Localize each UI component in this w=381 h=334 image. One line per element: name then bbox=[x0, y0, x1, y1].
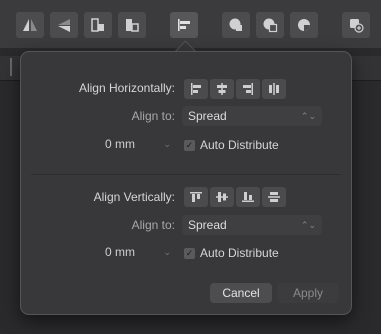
chevron-down-icon: ⌄ bbox=[163, 247, 171, 257]
boolean-add-button[interactable] bbox=[222, 12, 250, 38]
boolean-intersect-button[interactable] bbox=[290, 12, 318, 38]
align-middle-vertical-button[interactable] bbox=[210, 187, 234, 207]
boolean-add-icon bbox=[229, 18, 242, 31]
flip-horizontal-button[interactable] bbox=[16, 12, 44, 38]
align-vertically-label: Align Vertically: bbox=[93, 190, 175, 204]
auto-distribute-checkbox-h[interactable]: ✓ Auto Distribute bbox=[184, 138, 279, 152]
insert-inside-button[interactable] bbox=[342, 12, 370, 38]
section-divider bbox=[31, 174, 341, 175]
align-bottom-icon bbox=[242, 192, 254, 202]
alignment-popover: Align Horizontally: Align to: Spread ⌃⌄ … bbox=[20, 51, 352, 315]
align-button[interactable] bbox=[170, 12, 198, 38]
align-horizontally-label: Align Horizontally: bbox=[78, 81, 175, 95]
align-right-button[interactable] bbox=[236, 79, 260, 99]
toolbar bbox=[0, 0, 381, 48]
auto-distribute-label-v: Auto Distribute bbox=[200, 246, 279, 260]
align-vertically-buttons bbox=[184, 187, 286, 207]
rotate-left-icon bbox=[91, 18, 104, 32]
align-to-value-v: Spread bbox=[188, 218, 227, 232]
rotate-right-icon bbox=[126, 19, 139, 32]
align-middle-vertical-icon bbox=[216, 192, 228, 202]
align-left-icon bbox=[191, 83, 201, 95]
flip-vertical-button[interactable] bbox=[50, 12, 78, 38]
space-evenly-horizontal-icon bbox=[269, 83, 279, 95]
flip-horizontal-icon bbox=[23, 19, 37, 31]
apply-button[interactable]: Apply bbox=[277, 283, 339, 303]
align-center-horizontal-icon bbox=[217, 83, 227, 95]
align-left-button[interactable] bbox=[184, 79, 208, 99]
chevron-down-icon: ⌄ bbox=[163, 139, 171, 149]
align-horizontally-buttons bbox=[184, 79, 286, 99]
auto-distribute-checkbox-v[interactable]: ✓ Auto Distribute bbox=[184, 246, 279, 260]
align-center-horizontal-button[interactable] bbox=[210, 79, 234, 99]
align-to-value-h: Spread bbox=[188, 109, 227, 123]
align-right-icon bbox=[243, 83, 253, 95]
align-top-icon bbox=[190, 192, 202, 202]
checkmark-icon: ✓ bbox=[184, 139, 195, 151]
space-evenly-vertical-icon bbox=[268, 192, 280, 202]
boolean-subtract-icon bbox=[263, 18, 278, 33]
flip-vertical-icon bbox=[58, 19, 70, 32]
spacing-value-h: 0 mm bbox=[105, 137, 135, 151]
checkmark-icon: ✓ bbox=[184, 247, 195, 259]
align-to-select-h[interactable]: Spread ⌃⌄ bbox=[182, 106, 322, 126]
spacing-field-h[interactable]: 0 mm ⌄ bbox=[105, 134, 171, 154]
chevron-updown-icon: ⌃⌄ bbox=[300, 220, 316, 230]
spacing-value-v: 0 mm bbox=[105, 245, 135, 259]
align-to-label-h: Align to: bbox=[131, 109, 175, 123]
space-evenly-horizontal-button[interactable] bbox=[262, 79, 286, 99]
rotate-left-button[interactable] bbox=[84, 12, 112, 38]
spacing-field-v[interactable]: 0 mm ⌄ bbox=[105, 242, 171, 262]
rotate-right-button[interactable] bbox=[118, 12, 146, 38]
chevron-updown-icon: ⌃⌄ bbox=[300, 111, 316, 121]
insert-inside-icon bbox=[350, 19, 364, 33]
context-toolbar-divider bbox=[10, 58, 12, 76]
align-top-button[interactable] bbox=[184, 187, 208, 207]
auto-distribute-label-h: Auto Distribute bbox=[200, 138, 279, 152]
cancel-button[interactable]: Cancel bbox=[210, 283, 272, 303]
align-to-label-v: Align to: bbox=[131, 218, 175, 232]
space-evenly-vertical-button[interactable] bbox=[262, 187, 286, 207]
align-bottom-button[interactable] bbox=[236, 187, 260, 207]
align-to-select-v[interactable]: Spread ⌃⌄ bbox=[182, 215, 322, 235]
boolean-subtract-button[interactable] bbox=[256, 12, 284, 38]
boolean-intersect-icon bbox=[298, 19, 310, 31]
align-icon bbox=[178, 19, 190, 31]
